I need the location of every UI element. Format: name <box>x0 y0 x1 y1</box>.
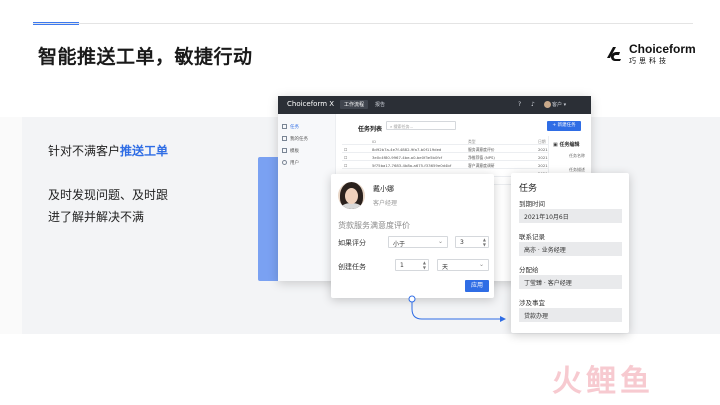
assignee-label: 分配给 <box>519 266 539 274</box>
description-text: 及时发现问题、及时跟 进了解并解决不满 <box>48 184 168 228</box>
app-sidebar: 任务 我的任务 模板 用户 <box>278 114 336 281</box>
choiceform-logo: Choiceform 巧思科技 <box>604 42 696 68</box>
unit-select[interactable]: 天 ⌄ <box>437 259 489 271</box>
task-detail-title: 任务 <box>519 184 538 194</box>
inbox-icon <box>282 136 287 141</box>
watermark-logo: 火鲤鱼 <box>552 356 692 399</box>
stepper-arrows-icon[interactable]: ▲ ▼ <box>483 237 486 247</box>
amount-value: 1 <box>400 262 404 269</box>
contact-value[interactable]: 高亦 · 业务经理 <box>519 242 622 256</box>
sidebar-item-label: 用户 <box>290 161 299 166</box>
matter-value[interactable]: 贷款办理 <box>519 308 622 322</box>
task-list-title: 任务列表 <box>358 126 383 133</box>
row-checkbox[interactable]: ☐ <box>344 155 347 160</box>
create-task-label: 创建任务 <box>338 263 366 271</box>
edit-pane-title: ▣ 任务编辑 <box>553 141 579 148</box>
new-task-button[interactable]: + 新建任务 <box>547 121 581 131</box>
description-line-2: 进了解并解决不满 <box>48 210 145 224</box>
sidebar-item-templates[interactable]: 模板 <box>282 148 299 154</box>
due-date-value[interactable]: 2021年10月6日 <box>519 209 622 223</box>
manager-avatar <box>338 182 365 209</box>
col-id: ID <box>372 139 377 144</box>
chevron-down-icon: ⌄ <box>437 238 443 245</box>
edit-pane-title-text: 任务编辑 <box>559 142 580 148</box>
lead-text: 针对不满客户推送工单 <box>48 142 168 159</box>
apply-button[interactable]: 应用 <box>465 280 489 292</box>
cell-id: 8d92b7a-4e7f-4882-9fa7-b0f119ded <box>372 147 442 152</box>
edit-field-name: 任务名称 <box>569 153 585 158</box>
manager-role: 客户经理 <box>373 200 398 207</box>
left-band-edge <box>0 117 22 334</box>
avatar-face <box>345 188 358 204</box>
cell-date: 2021 <box>538 155 548 160</box>
user-menu[interactable]: 客户 ▾ <box>552 101 566 108</box>
task-search-input[interactable]: ⌕ 搜索任务... <box>386 121 456 130</box>
logo-name: Choiceform <box>629 42 696 56</box>
folder-icon <box>282 148 287 153</box>
operator-value: 小于 <box>393 241 406 248</box>
table-row[interactable]: ☐ 5f75ba17-7683-4b8a-a675-f33659e0d4bf 客… <box>342 161 548 169</box>
sidebar-item-label: 模板 <box>290 149 299 154</box>
right-band-edge <box>655 117 720 334</box>
table-header: ID 类型 日期 <box>342 137 548 145</box>
due-date-label: 到期时间 <box>519 200 545 208</box>
table-row[interactable]: ☐ 3e0c4f80-9967-4be-a0-be0f3e5b0fcf 净推荐值… <box>342 153 548 161</box>
survey-title: 货款服务满意度评价 <box>338 221 410 230</box>
score-stepper[interactable]: 3 ▲ ▼ <box>455 236 489 248</box>
operator-select[interactable]: 小于 ⌄ <box>388 236 448 248</box>
choiceform-logo-icon <box>607 47 621 61</box>
unit-value: 天 <box>442 264 449 271</box>
title-divider <box>33 23 693 24</box>
contact-label: 联系记录 <box>519 233 545 241</box>
stepper-arrows-icon[interactable]: ▲ ▼ <box>423 260 426 270</box>
search-placeholder: 搜索任务... <box>393 124 414 129</box>
manager-name: 戴小娜 <box>373 185 394 193</box>
sidebar-item-tasks[interactable]: 任务 <box>282 124 299 130</box>
condition-label: 如果评分 <box>338 239 366 247</box>
sidebar-item-users[interactable]: 用户 <box>282 160 299 166</box>
logo-subtitle: 巧思科技 <box>629 57 669 65</box>
slide-title: 智能推送工单，敏捷行动 <box>38 46 253 68</box>
cell-id: 5f75ba17-7683-4b8a-a675-f33659e0d4bf <box>372 163 452 168</box>
assignee-value[interactable]: 丁莹臻 · 客户经理 <box>519 275 622 289</box>
amount-stepper[interactable]: 1 ▲ ▼ <box>395 259 429 271</box>
task-icon <box>282 124 287 129</box>
description-line-1: 及时发现问题、及时跟 <box>48 188 169 202</box>
matter-label: 涉及事宜 <box>519 299 545 307</box>
table-row[interactable]: ☐ 8d92b7a-4e7f-4882-9fa7-b0f119ded 服务满意度… <box>342 145 548 153</box>
survey-rule-card: 戴小娜 客户经理 货款服务满意度评价 如果评分 小于 ⌄ 3 ▲ ▼ 创建任务 1… <box>331 174 494 298</box>
watermark-text: 火鲤鱼 <box>552 364 654 399</box>
bell-icon[interactable]: ♪ <box>531 101 535 108</box>
sidebar-item-label: 任务 <box>290 125 299 130</box>
cell-date: 2021 <box>538 163 548 168</box>
lead-text-plain: 针对不满客户 <box>48 144 121 158</box>
lead-text-highlight: 推送工单 <box>120 144 169 158</box>
tab-reports[interactable]: 报告 <box>371 100 389 109</box>
row-checkbox[interactable]: ☐ <box>344 163 347 168</box>
app-title: Choiceform X <box>287 100 335 108</box>
help-icon[interactable]: ? <box>518 101 521 108</box>
task-detail-card: 任务 到期时间 2021年10月6日 联系记录 高亦 · 业务经理 分配给 丁莹… <box>511 173 629 333</box>
user-icon <box>282 160 287 165</box>
sidebar-item-label: 我的任务 <box>290 137 308 142</box>
cell-date: 2021 <box>538 147 548 152</box>
app-top-bar: Choiceform X 工作流程 报告 ? ♪ 客户 ▾ <box>278 96 591 114</box>
sidebar-item-my-tasks[interactable]: 我的任务 <box>282 136 308 142</box>
tab-workflow[interactable]: 工作流程 <box>340 100 369 109</box>
row-checkbox[interactable]: ☐ <box>344 147 347 152</box>
chevron-down-icon: ⌄ <box>478 261 484 268</box>
user-avatar[interactable] <box>544 101 551 108</box>
score-value: 3 <box>460 239 464 246</box>
cell-id: 3e0c4f80-9967-4be-a0-be0f3e5b0fcf <box>372 155 443 160</box>
